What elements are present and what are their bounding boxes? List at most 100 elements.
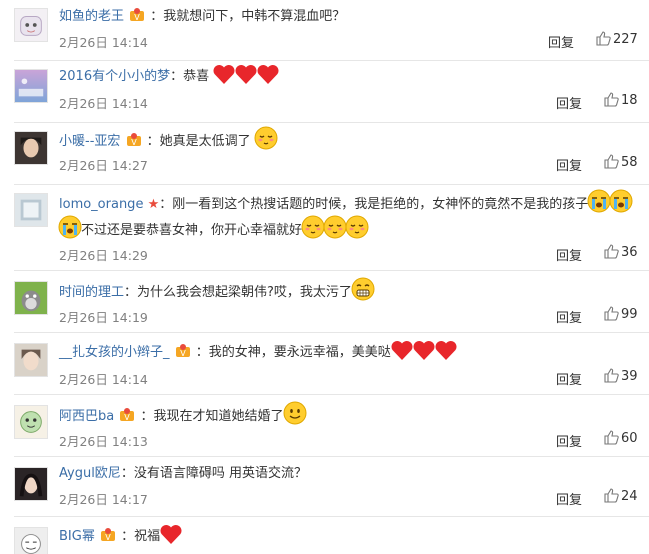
vip-badge-icon: V (129, 8, 145, 22)
like-count: 60 (621, 431, 638, 446)
heart-emoji (160, 524, 182, 544)
comment-time: 14:17 (111, 492, 148, 507)
comment-date: 2月26日 (59, 310, 108, 325)
comment-text: ：她真是太低调了 (146, 134, 251, 149)
comment-time: 14:27 (111, 158, 148, 173)
like-button[interactable]: 227 (596, 31, 638, 47)
thumbs-up-icon (604, 154, 619, 169)
comment-item: 阿西巴ba V ：我现在才知道她结婚了 2月26日 14:13 回复 60 (0, 395, 649, 457)
like-button[interactable]: 60 (604, 430, 638, 446)
reply-button[interactable]: 回复 (556, 431, 582, 450)
avatar[interactable] (14, 405, 48, 439)
comment-item: Aygul欧尼：没有语言障碍吗 用英语交流？ 2月26日 14:17 回复 24 (0, 457, 649, 517)
comment-item: 时间的理工：为什么我会想起梁朝伟?哎，我太污了 2月26日 14:19 回复 9… (0, 271, 649, 333)
like-button[interactable]: 99 (604, 306, 638, 322)
comment-time: 14:29 (111, 248, 148, 263)
comment-time: 14:13 (111, 434, 148, 449)
like-button[interactable]: 39 (604, 368, 638, 384)
reply-button[interactable]: 回复 (556, 307, 582, 326)
heart-emoji (235, 64, 257, 84)
reply-button[interactable]: 回复 (556, 489, 582, 508)
comment-text: ：祝福 (121, 529, 161, 544)
crying-emoji (609, 189, 633, 213)
comment-item: __扎女孩的小辫子_ V ：我的女神，要永远幸福，美美哒 2月26日 14:14… (0, 333, 649, 395)
comment-date: 2月26日 (59, 492, 108, 507)
reply-button[interactable]: 回复 (556, 155, 582, 174)
comment-time: 14:14 (111, 35, 148, 50)
commenter-name[interactable]: lomo_orange (59, 197, 143, 212)
crying-emoji (58, 215, 82, 239)
comment-text: ：为什么我会想起梁朝伟?哎，我太污了 (124, 285, 352, 300)
comment-date: 2月26日 (59, 35, 108, 50)
grin-emoji (351, 277, 375, 301)
like-count: 18 (621, 93, 638, 108)
reply-button[interactable]: 回复 (556, 245, 582, 264)
like-button[interactable]: 24 (604, 488, 638, 504)
thumbs-up-icon (604, 368, 619, 383)
reply-button[interactable]: 回复 (556, 93, 582, 112)
commenter-name[interactable]: 阿西巴ba (59, 409, 114, 424)
commenter-name[interactable]: __扎女孩的小辫子_ (59, 345, 170, 360)
svg-text:V: V (131, 138, 137, 147)
heart-emoji (213, 64, 235, 84)
comment-time: 14:19 (111, 310, 148, 325)
like-button[interactable]: 58 (604, 154, 638, 170)
commenter-name[interactable]: 小暖--亚宏 (59, 134, 120, 149)
blush-emoji (345, 215, 369, 239)
reply-button[interactable]: 回复 (548, 32, 574, 51)
like-count: 24 (621, 489, 638, 504)
commenter-name[interactable]: 2016有个小小的梦 (59, 69, 170, 84)
avatar[interactable] (14, 467, 48, 501)
thumbs-up-icon (596, 31, 611, 46)
blush-emoji (301, 215, 325, 239)
comment-item: 如鱼的老王 V ：我就想问下，中韩不算混血吧？ 2月26日 14:14 回复 2… (0, 0, 649, 61)
comment-text-continued: 不过还是要恭喜女神，你开心幸福就好 (81, 223, 303, 238)
avatar[interactable] (14, 193, 48, 227)
comment-time: 14:14 (111, 96, 148, 111)
comment-date: 2月26日 (59, 96, 108, 111)
comment-text: ：我的女神，要永远幸福，美美哒 (195, 345, 391, 360)
avatar[interactable] (14, 8, 48, 42)
comment-date: 2月26日 (59, 158, 108, 173)
comment-date: 2月26日 (59, 248, 108, 263)
blush-emoji (323, 215, 347, 239)
heart-emoji (413, 340, 435, 360)
comment-date: 2月26日 (59, 434, 108, 449)
thumbs-up-icon (604, 306, 619, 321)
thumbs-up-icon (604, 92, 619, 107)
comment-text: ：恭喜 (170, 69, 210, 84)
vip-badge-icon: V (126, 131, 142, 147)
like-button[interactable]: 18 (604, 92, 638, 108)
like-count: 39 (621, 369, 638, 384)
comment-item: 小暖--亚宏 V ：她真是太低调了 2月26日 14:27 回复 58 (0, 123, 649, 185)
svg-text:V: V (134, 13, 140, 22)
avatar[interactable] (14, 281, 48, 315)
comment-item: BIG幂 V ：祝福 (0, 517, 649, 554)
comment-time: 14:14 (111, 372, 148, 387)
like-count: 99 (621, 307, 638, 322)
comment-text: ：我就想问下，中韩不算混血吧？ (150, 9, 346, 24)
comment-date: 2月26日 (59, 372, 108, 387)
comment-text: ：刚一看到这个热搜话题的时候，我是拒绝的，女神怀的竟然不是我的孩子 (159, 197, 589, 212)
thumbs-up-icon (604, 430, 619, 445)
commenter-name[interactable]: 如鱼的老王 (59, 9, 124, 24)
svg-text:V: V (105, 533, 111, 542)
commenter-name[interactable]: Aygul欧尼 (59, 466, 121, 481)
heart-emoji (257, 64, 279, 84)
avatar[interactable] (14, 343, 48, 377)
like-button[interactable]: 36 (604, 244, 638, 260)
blush-emoji (254, 126, 278, 150)
crying-emoji (587, 189, 611, 213)
vip-badge-icon: V (119, 406, 135, 422)
reply-button[interactable]: 回复 (556, 369, 582, 388)
like-count: 36 (621, 245, 638, 260)
comment-item: 2016有个小小的梦：恭喜 2月26日 14:14 回复 18 (0, 61, 649, 123)
commenter-name[interactable]: BIG幂 (59, 529, 95, 544)
like-count: 227 (613, 32, 638, 47)
thumbs-up-icon (604, 488, 619, 503)
heart-emoji (391, 340, 413, 360)
commenter-name[interactable]: 时间的理工 (59, 285, 124, 300)
avatar[interactable] (14, 527, 48, 554)
avatar[interactable] (14, 131, 48, 165)
avatar[interactable] (14, 69, 48, 103)
